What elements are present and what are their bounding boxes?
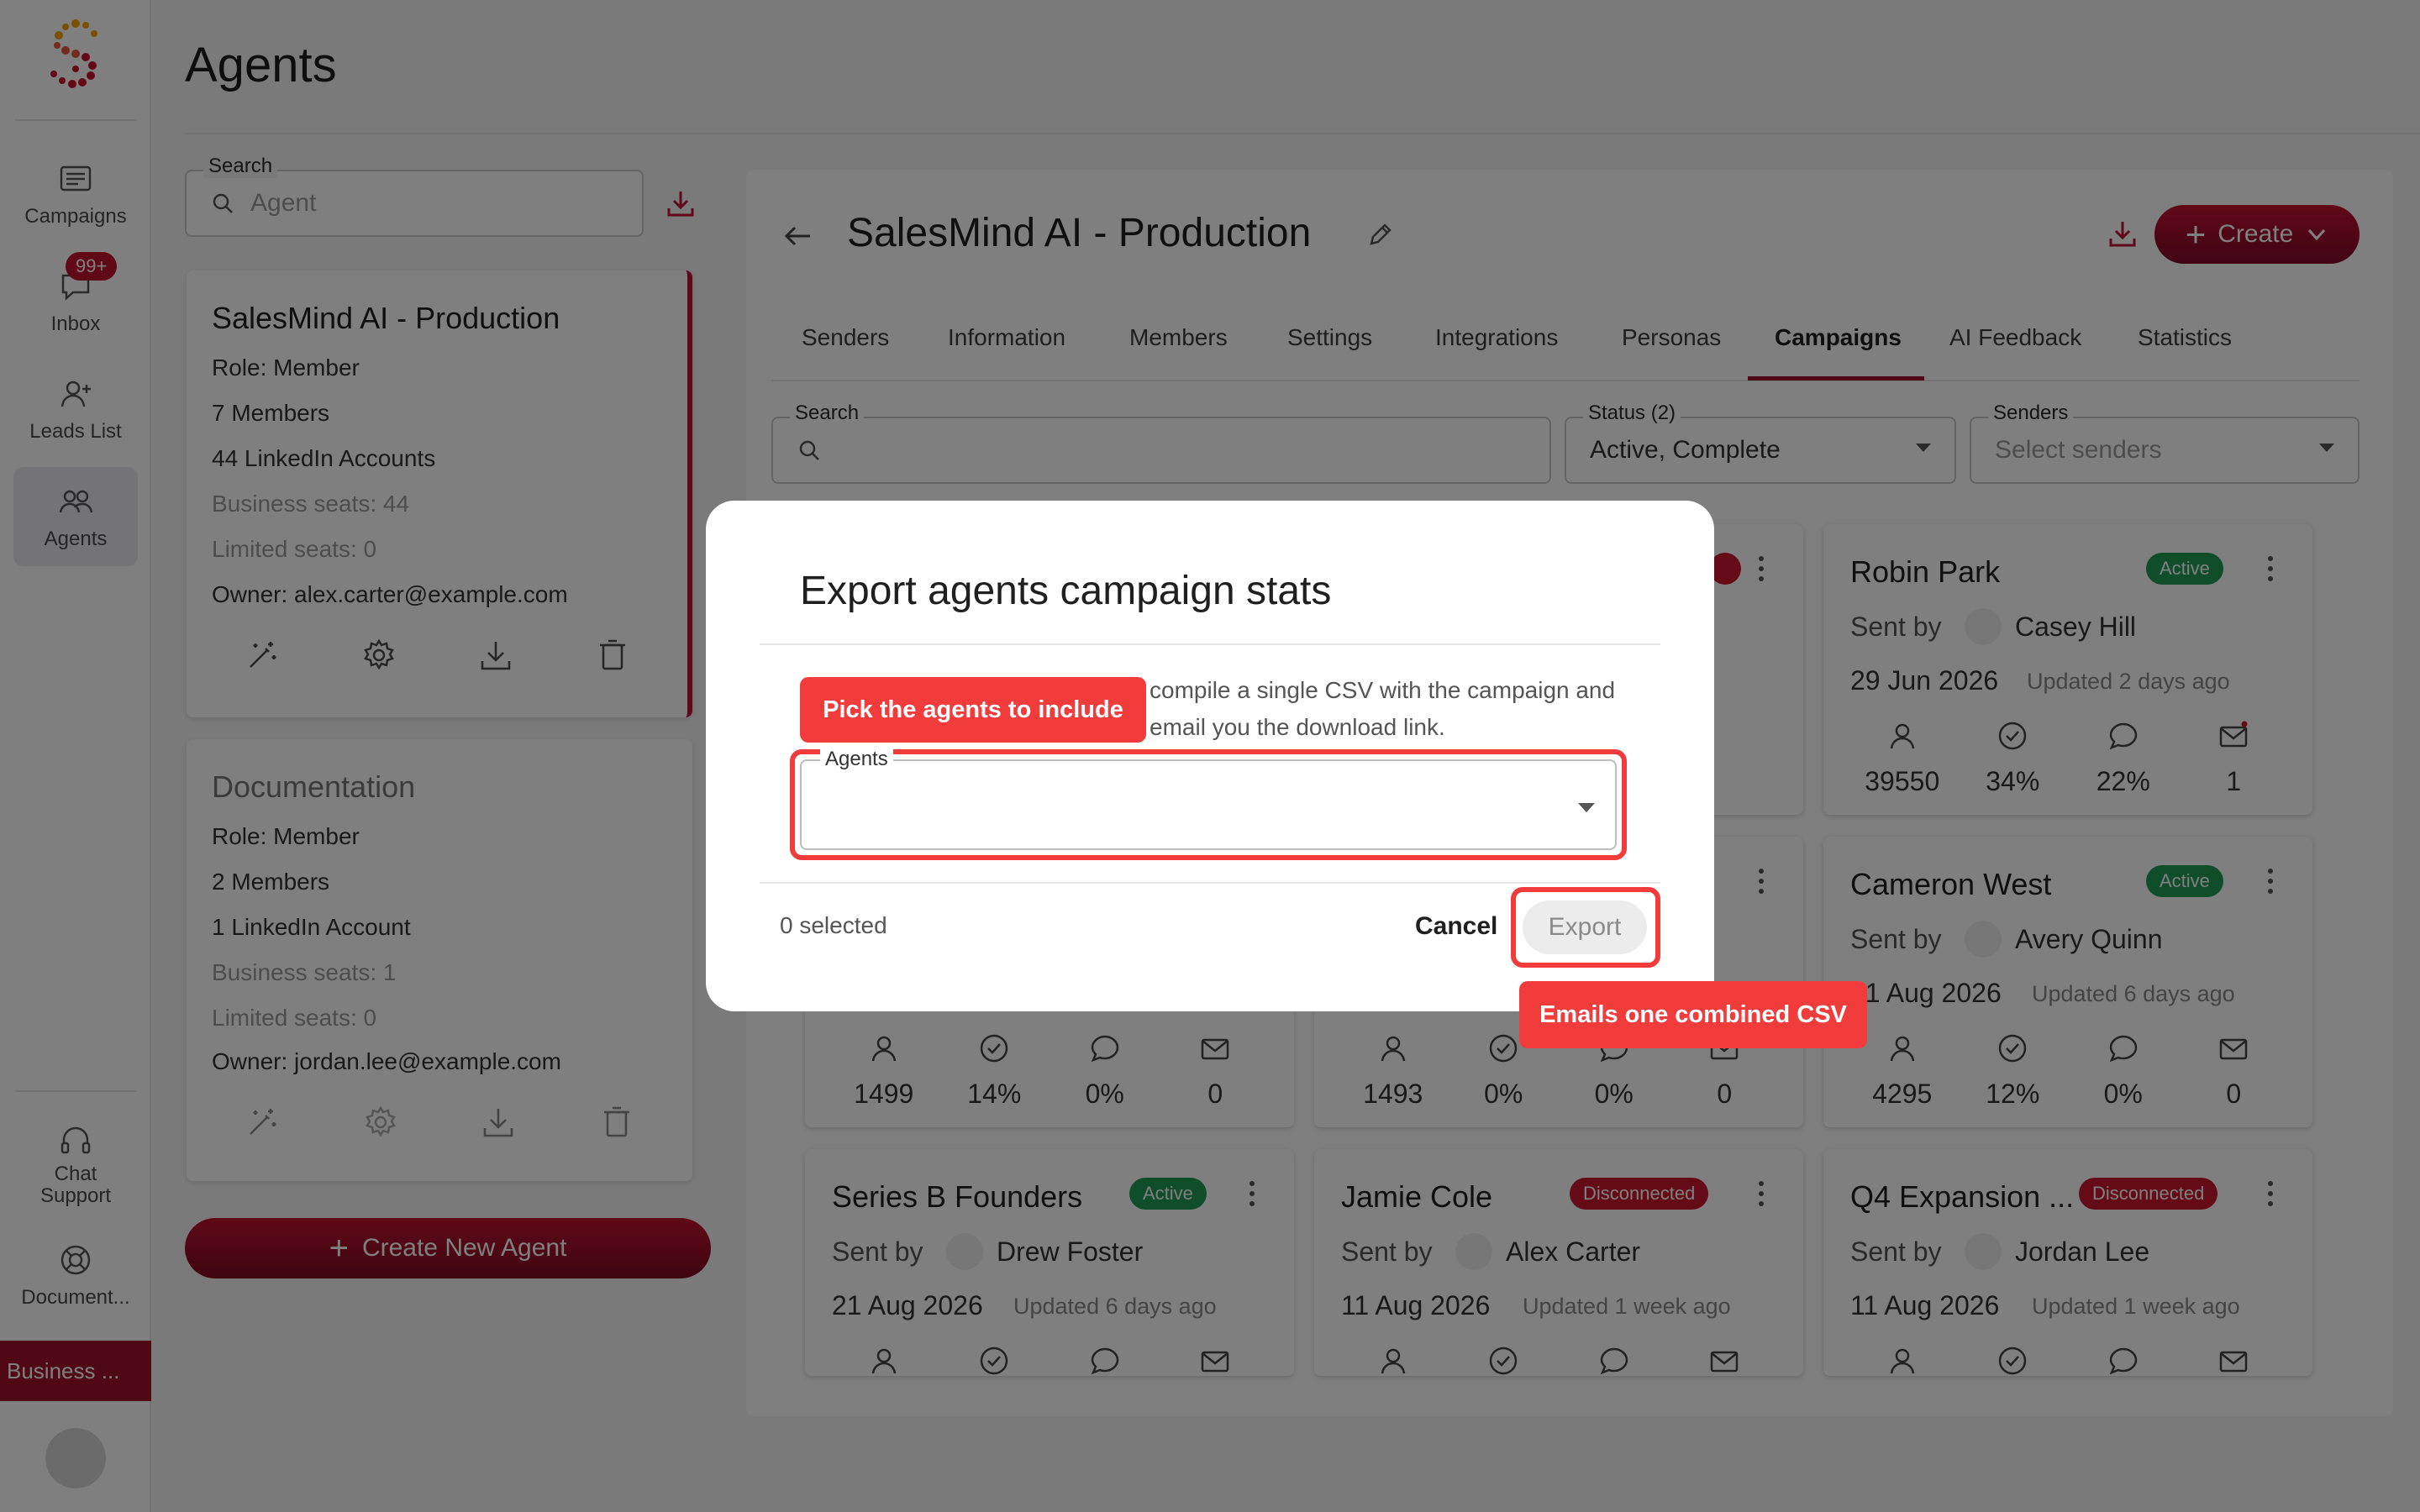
- modal-divider: [760, 643, 1660, 645]
- agents-select-highlight: [790, 749, 1627, 860]
- modal-divider: [760, 882, 1660, 884]
- modal-description: compile a single CSV with the campaign a…: [1150, 677, 1616, 740]
- export-modal: Export agents campaign stats compile a s…: [706, 501, 1714, 1011]
- dropdown-caret-icon: [1578, 803, 1595, 812]
- agents-label: Agents: [820, 748, 893, 771]
- callout-emails-csv: Emails one combined CSV: [1519, 981, 1867, 1048]
- callout-pick-agents: Pick the agents to include: [800, 677, 1146, 743]
- cancel-button[interactable]: Cancel: [1415, 912, 1497, 941]
- modal-title: Export agents campaign stats: [800, 569, 1332, 613]
- export-button-highlight: [1511, 887, 1660, 968]
- selected-count: 0 selected: [780, 912, 887, 938]
